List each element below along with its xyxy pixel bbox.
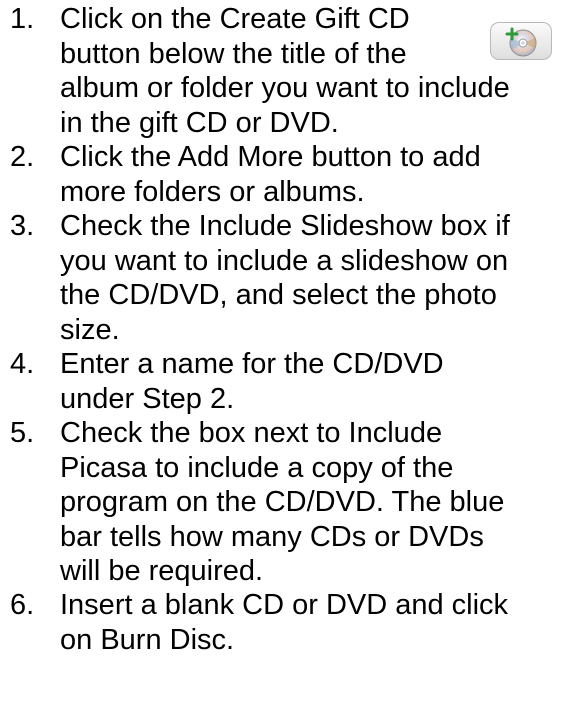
step-text: program on the CD/DVD. The blue bbox=[60, 486, 505, 518]
step-number: 1. bbox=[10, 3, 35, 35]
instruction-list: 1. Click on the Create Gift CD button be… bbox=[0, 0, 565, 706]
step-number: 5. bbox=[10, 417, 35, 449]
step-text: under Step 2. bbox=[60, 382, 235, 415]
step-text: on Burn Disc. bbox=[60, 623, 235, 656]
step-text: the CD/DVD, and select the photo bbox=[60, 279, 497, 311]
step-number: 6. bbox=[10, 589, 35, 621]
step-text: Click the Add More button to add bbox=[60, 141, 481, 173]
create-gift-cd-button bbox=[490, 22, 552, 60]
step-text: you want to include a slideshow on bbox=[60, 244, 509, 277]
step-text: in the gift CD or DVD. bbox=[60, 106, 339, 139]
step-text: will be required. bbox=[60, 555, 264, 587]
step-text: Picasa to include a copy of the bbox=[60, 451, 454, 484]
step-text: Insert a blank CD or DVD and click bbox=[60, 589, 509, 621]
step-number: 4. bbox=[10, 348, 35, 380]
step-text: size. bbox=[60, 313, 120, 346]
step-text: Check the Include Slideshow box if bbox=[60, 210, 510, 242]
step-text: Enter a name for the CD/DVD bbox=[60, 348, 444, 380]
step-text: Check the box next to Include bbox=[60, 417, 443, 449]
step-text: album or folder you want to include bbox=[60, 72, 510, 104]
step-text: button below the title of the bbox=[60, 37, 407, 70]
step-number: 2. bbox=[10, 141, 35, 173]
step-text: Click on the Create Gift CD bbox=[60, 3, 410, 35]
step-text: bar tells how many CDs or DVDs bbox=[60, 520, 484, 553]
step-number: 3. bbox=[10, 210, 35, 242]
step-text: more folders or albums. bbox=[60, 175, 365, 208]
cd-with-plus-icon bbox=[505, 27, 537, 57]
